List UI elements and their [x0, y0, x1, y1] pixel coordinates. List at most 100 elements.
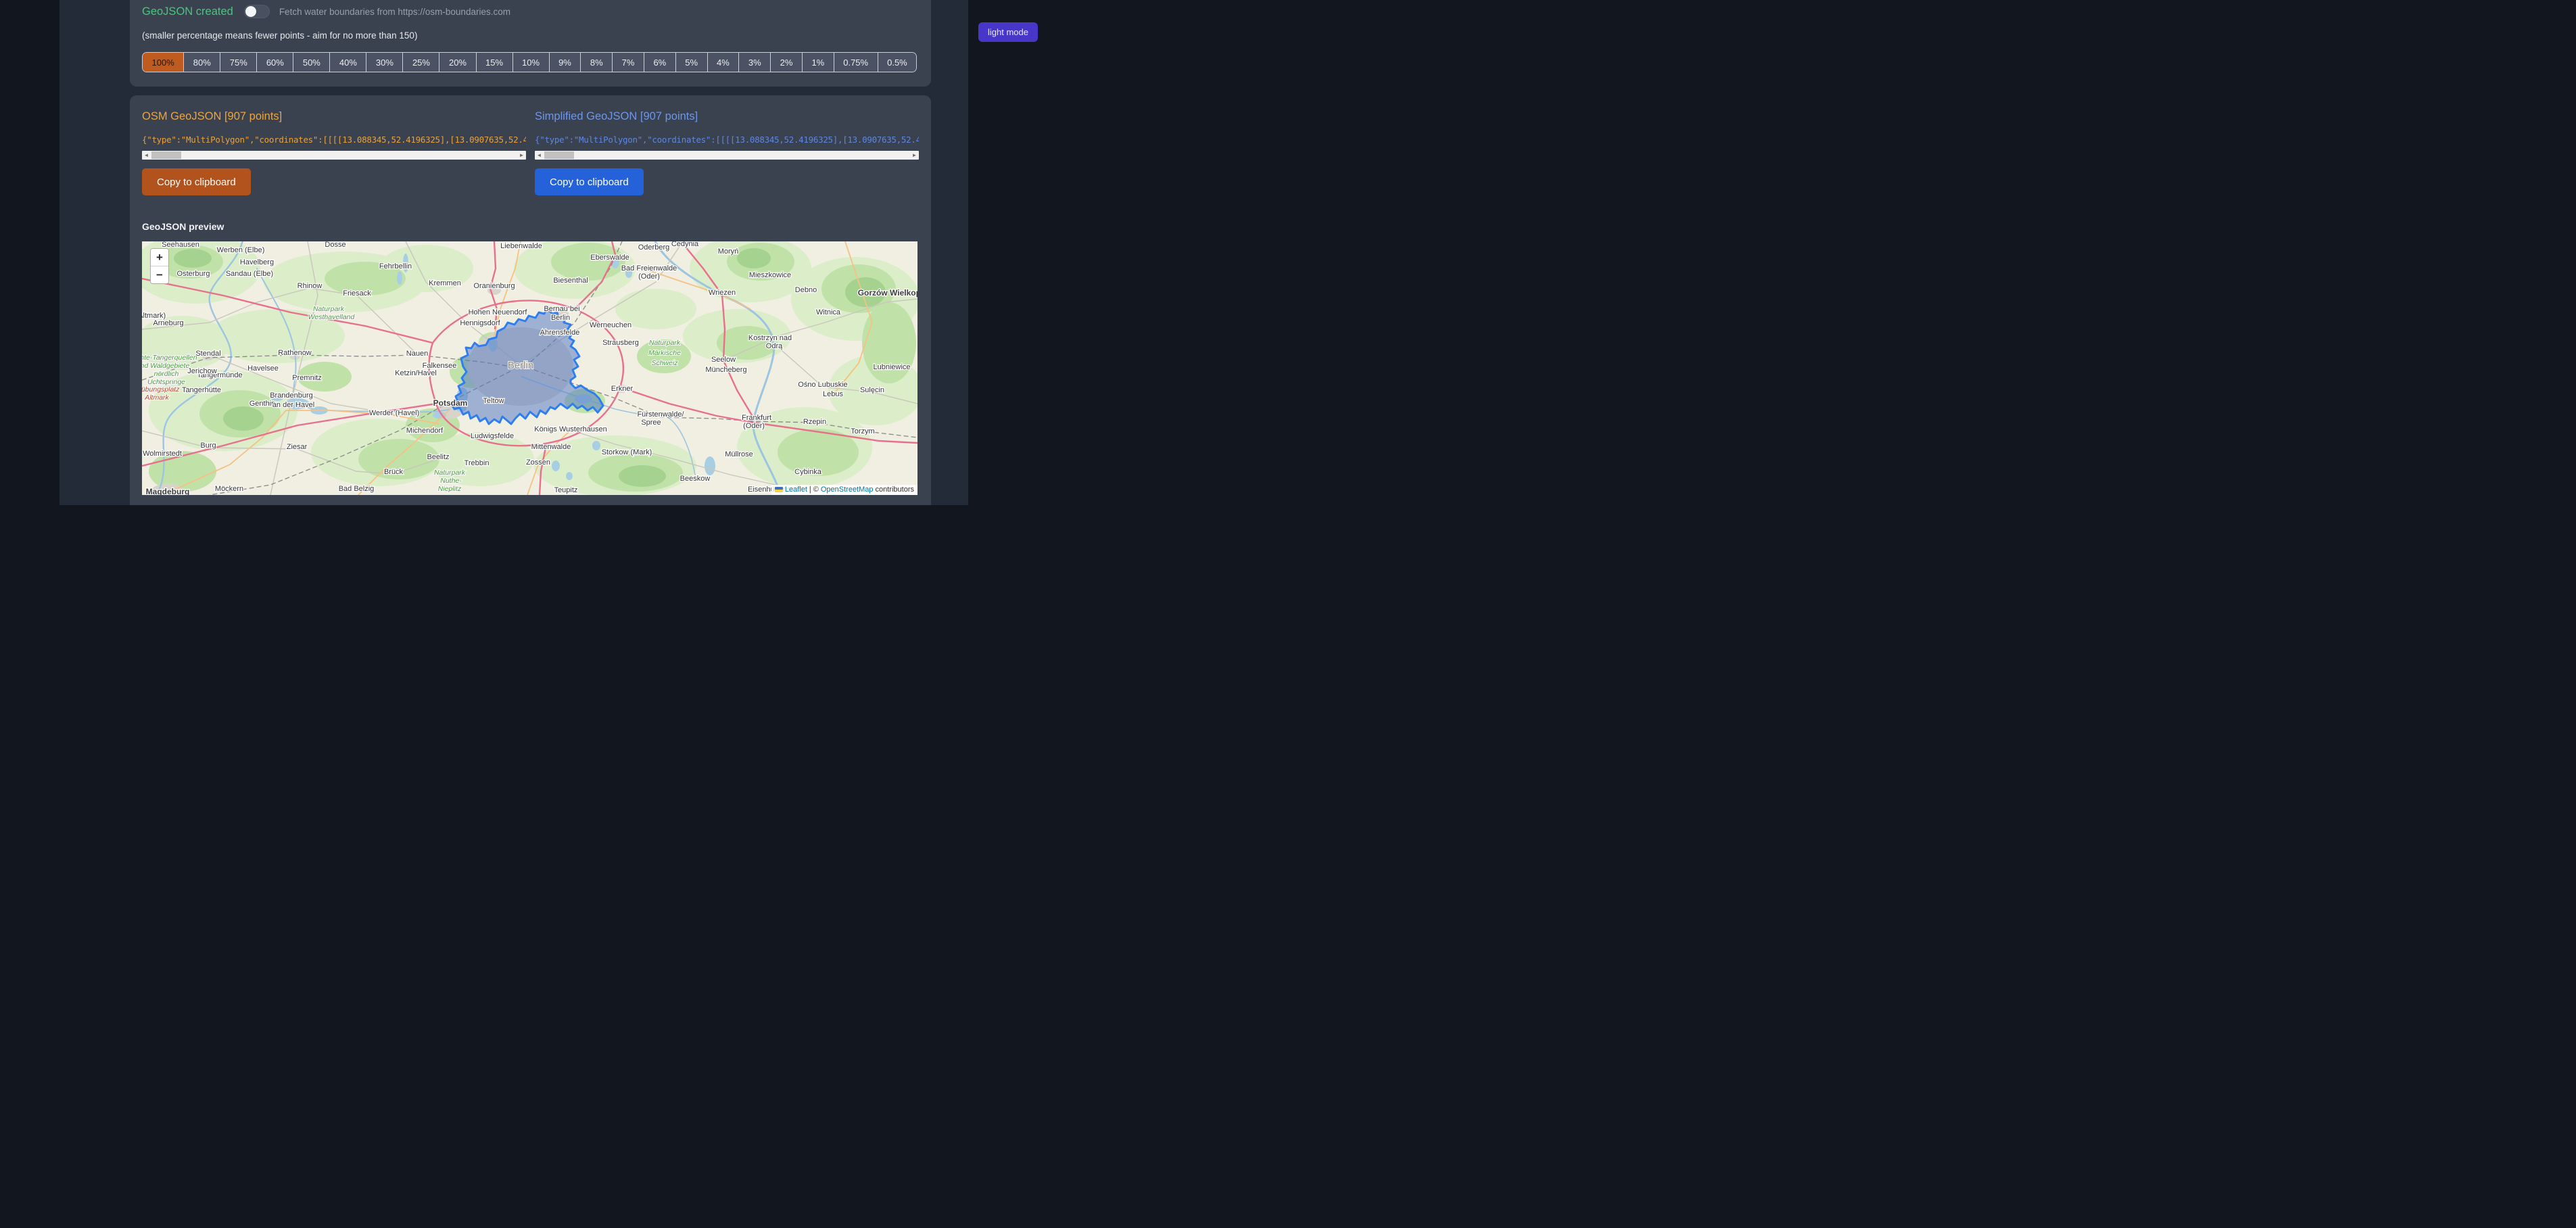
map-label: Wriezen — [709, 289, 736, 297]
geojson-preview-label: GeoJSON preview — [142, 221, 919, 232]
map-label: Tangerhütte — [182, 386, 221, 394]
geojson-card: OSM GeoJSON [907 points] {"type":"MultiP… — [130, 95, 931, 505]
map-label: Ludwigsfelde — [471, 432, 514, 440]
map-label: Oderberg — [638, 243, 669, 252]
percentage-button-2[interactable]: 2% — [770, 53, 802, 72]
map-label: Witnica — [816, 308, 841, 316]
map-label: Eberswalde — [590, 254, 629, 262]
map-label: Seelow — [711, 356, 736, 364]
map-label: Naturpark — [313, 305, 345, 313]
percentage-button-0.75[interactable]: 0.75% — [834, 53, 878, 72]
scroll-right-icon[interactable]: ► — [910, 151, 919, 160]
percentage-button-30[interactable]: 30% — [366, 53, 402, 72]
map-label: Werneuchen — [590, 321, 631, 329]
map-label: Nuthe- — [440, 477, 462, 485]
water-boundaries-toggle[interactable] — [244, 5, 270, 18]
map-label: Brück — [384, 468, 404, 476]
scroll-left-icon[interactable]: ◄ — [142, 151, 151, 160]
openstreetmap-link[interactable]: OpenStreetMap — [821, 486, 874, 494]
percentage-button-20[interactable]: 20% — [439, 53, 475, 72]
map-label: Hohen Neuendorf — [469, 308, 528, 316]
map-label: Altmark — [144, 394, 169, 402]
map-label: Rzepin — [803, 418, 826, 426]
map-label: Kremmen — [429, 279, 461, 287]
map-label: Friesack — [343, 289, 371, 298]
map-label: Arneburg — [153, 319, 183, 327]
leaflet-link[interactable]: Leaflet — [785, 486, 807, 494]
map-label: Westhavelland — [308, 313, 356, 321]
map-label: Beelitz — [427, 453, 449, 461]
map-label: Schweiz — [651, 359, 678, 367]
fetch-water-hint: Fetch water boundaries from https://osm-… — [279, 7, 510, 17]
map-label: Ahrensfelde — [540, 329, 580, 337]
percentage-button-3[interactable]: 3% — [738, 53, 770, 72]
percentage-button-8[interactable]: 8% — [580, 53, 612, 72]
percentage-button-5[interactable]: 5% — [675, 53, 707, 72]
map-label: Nieplitz — [438, 485, 462, 493]
simplified-panel-title: Simplified GeoJSON [907 points] — [535, 110, 919, 123]
percentage-button-7[interactable]: 7% — [612, 53, 644, 72]
percentage-button-0.5[interactable]: 0.5% — [878, 53, 917, 72]
map-label: Strausberg — [602, 339, 639, 347]
percentage-button-10[interactable]: 10% — [512, 53, 549, 72]
osm-geojson-panel: OSM GeoJSON [907 points] {"type":"MultiP… — [142, 110, 526, 195]
map-label: Werder (Havel) — [369, 409, 419, 417]
map-label: Cedynia — [671, 241, 699, 248]
map-label-berlin: Berlin — [508, 360, 533, 371]
map-label: Bernau bei — [544, 305, 579, 313]
attribution-separator: | — [809, 486, 811, 494]
map-label: Möckern — [215, 485, 243, 493]
percentage-button-9[interactable]: 9% — [549, 53, 581, 72]
scrollbar-thumb[interactable] — [544, 151, 574, 159]
map-label: (Oder) — [743, 422, 765, 430]
percentage-button-60[interactable]: 60% — [256, 53, 293, 72]
percentage-button-40[interactable]: 40% — [329, 53, 366, 72]
map-label: Mieszkowice — [749, 271, 791, 279]
zoom-out-button[interactable]: − — [151, 266, 168, 283]
map-label: Mittenwalde — [531, 443, 571, 451]
page-background: light mode GeoJSON created Fetch water b… — [0, 0, 1060, 505]
percentage-button-100[interactable]: 100% — [143, 53, 183, 72]
map-canvas: SeehausenWerben (Elbe)DosseLiebenwaldeOd… — [142, 241, 917, 495]
map-label: Müncheberg — [705, 366, 746, 374]
map-label: Fürstenwalde/ — [637, 410, 684, 419]
percentage-hint: (smaller percentage means fewer points -… — [142, 30, 919, 41]
copy-osm-geojson-button[interactable]: Copy to clipboard — [142, 168, 251, 195]
zoom-in-button[interactable]: + — [151, 249, 168, 266]
copy-simplified-geojson-button[interactable]: Copy to clipboard — [535, 168, 644, 195]
percentage-button-25[interactable]: 25% — [402, 53, 439, 72]
percentage-button-15[interactable]: 15% — [476, 53, 512, 72]
map-label: Odrą — [766, 342, 783, 350]
ukraine-flag-icon — [775, 487, 783, 492]
map-label: Erkner — [611, 385, 634, 393]
map-label: Brandenburg — [270, 392, 313, 400]
map-label: Michendorf — [406, 427, 444, 435]
geojson-created-status: GeoJSON created — [142, 5, 233, 18]
scroll-right-icon[interactable]: ► — [517, 151, 526, 160]
leaflet-map[interactable]: SeehausenWerben (Elbe)DosseLiebenwaldeOd… — [142, 241, 917, 495]
map-label: Wolmirstedt — [143, 450, 182, 458]
light-mode-button[interactable]: light mode — [978, 22, 1038, 42]
percentage-button-80[interactable]: 80% — [183, 53, 220, 72]
simplified-json-text: {"type":"MultiPolygon","coordinates":[[[… — [535, 135, 919, 145]
percentage-button-75[interactable]: 75% — [220, 53, 256, 72]
map-label: Storkow (Mark) — [602, 448, 652, 456]
percentage-button-4[interactable]: 4% — [707, 53, 739, 72]
content-container: GeoJSON created Fetch water boundaries f… — [59, 0, 968, 505]
map-label: Premnitz — [292, 374, 321, 382]
percentage-button-1[interactable]: 1% — [802, 53, 834, 72]
osm-panel-title: OSM GeoJSON [907 points] — [142, 110, 526, 123]
simplified-geojson-panel: Simplified GeoJSON [907 points] {"type":… — [535, 110, 919, 195]
map-label: Müllrose — [725, 450, 753, 458]
osm-json-scrollbar[interactable]: ◄ ► — [142, 151, 526, 160]
simplified-json-scrollbar[interactable]: ◄ ► — [535, 151, 919, 160]
map-zoom-control: + − — [150, 248, 169, 284]
map-label: Nauen — [406, 350, 428, 358]
percentage-button-6[interactable]: 6% — [644, 53, 675, 72]
percentage-button-50[interactable]: 50% — [293, 53, 329, 72]
map-label: Truppenübungsplatz — [142, 385, 180, 394]
map-label: Ziesar — [287, 443, 308, 451]
map-label: Naturpark — [434, 469, 466, 477]
scroll-left-icon[interactable]: ◄ — [535, 151, 544, 160]
scrollbar-thumb[interactable] — [151, 151, 181, 159]
